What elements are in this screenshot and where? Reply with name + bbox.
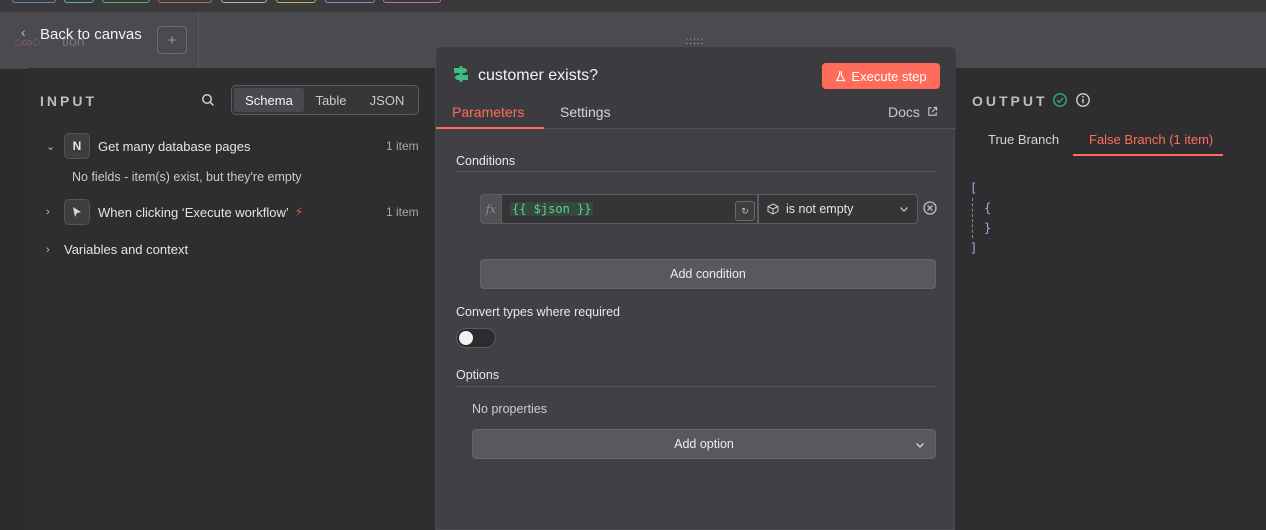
- search-icon[interactable]: [200, 92, 216, 108]
- chevron-down-icon: [916, 443, 924, 448]
- input-node-label: When clicking ‘Execute workflow’: [98, 204, 289, 220]
- chevron-right-icon[interactable]: ›: [46, 206, 64, 218]
- variables-label: Variables and context: [64, 242, 189, 257]
- chevron-down-icon: [900, 207, 908, 212]
- json-line: ]: [970, 241, 978, 255]
- back-to-canvas-link[interactable]: Back to canvas: [40, 26, 142, 43]
- remove-condition-icon[interactable]: [922, 200, 938, 216]
- convert-types-label: Convert types where required: [456, 305, 620, 319]
- json-line: }: [984, 221, 992, 235]
- external-link-icon: [928, 106, 937, 116]
- input-panel-title: INPUT: [40, 93, 97, 109]
- toolbar-chip: [158, 0, 212, 3]
- input-node-row[interactable]: › When clicking ‘Execute workflow’ ⚡: [46, 199, 303, 225]
- input-node-row[interactable]: ⌄ N Get many database pages: [46, 133, 251, 159]
- flask-icon: [836, 70, 846, 81]
- input-view-switch: Schema Table JSON: [231, 85, 419, 115]
- node-title[interactable]: customer exists?: [478, 67, 598, 85]
- execute-step-label: Execute step: [851, 68, 927, 84]
- docs-link[interactable]: Docs: [888, 104, 938, 120]
- no-properties-text: No properties: [472, 402, 548, 416]
- variables-row[interactable]: › Variables and context: [46, 242, 188, 257]
- toolbar-chip: [64, 0, 94, 3]
- node-parameters-panel: customer exists? Execute step Parameters…: [435, 46, 956, 530]
- section-divider: [456, 171, 936, 172]
- add-condition-button[interactable]: Add condition: [480, 259, 936, 289]
- condition-row: fx {{ $json }} ↻ is not empty: [480, 194, 918, 224]
- open-expression-editor-icon[interactable]: ↻: [735, 201, 755, 221]
- tab-true-branch[interactable]: True Branch: [988, 132, 1059, 147]
- toolbar-chip: [383, 0, 441, 3]
- toolbar-chip: [221, 0, 267, 3]
- tab-false-branch[interactable]: False Branch (1 item): [1089, 132, 1213, 147]
- conditions-label: Conditions: [456, 154, 516, 168]
- docs-label: Docs: [888, 104, 920, 120]
- active-tab-indicator: [1073, 154, 1223, 156]
- if-node-icon: [454, 66, 468, 82]
- success-check-icon: [1053, 93, 1067, 107]
- add-node-button[interactable]: +: [157, 26, 187, 54]
- item-count: 1 item: [386, 139, 419, 153]
- json-line: {: [984, 201, 992, 215]
- toolbar-chip: [325, 0, 375, 3]
- view-tab-json[interactable]: JSON: [358, 88, 416, 112]
- item-count: 1 item: [386, 205, 419, 219]
- cube-icon: [767, 203, 779, 215]
- convert-types-toggle[interactable]: [456, 328, 496, 348]
- back-arrow-icon[interactable]: ‹: [21, 24, 26, 40]
- input-node-label: Get many database pages: [98, 138, 251, 154]
- toggle-knob: [459, 331, 473, 345]
- json-indent-guide: [972, 198, 973, 238]
- toolbar-chip: [276, 0, 316, 3]
- toolbar-chip: [102, 0, 150, 3]
- add-option-button[interactable]: Add option: [472, 429, 936, 459]
- chevron-right-icon[interactable]: ›: [46, 244, 64, 256]
- node-panel-header: customer exists? Execute step Parameters…: [436, 47, 956, 129]
- info-icon[interactable]: [1075, 92, 1091, 108]
- top-toolbar-strip: [0, 0, 1266, 13]
- chevron-down-icon[interactable]: ⌄: [46, 140, 64, 153]
- tab-settings[interactable]: Settings: [560, 104, 611, 120]
- condition-value-input[interactable]: {{ $json }} ↻: [502, 194, 758, 224]
- execute-step-button[interactable]: Execute step: [822, 63, 940, 89]
- notion-icon: N: [64, 133, 90, 159]
- divider: [198, 13, 199, 69]
- tab-parameters[interactable]: Parameters: [452, 104, 524, 120]
- json-line: [: [970, 181, 978, 195]
- toolbar-chip: [12, 0, 56, 3]
- workflow-logo-icon: ○∞○: [14, 34, 41, 51]
- options-label: Options: [456, 368, 500, 382]
- empty-fields-note: No fields - item(s) exist, but they're e…: [72, 170, 302, 184]
- add-option-label: Add option: [674, 437, 734, 451]
- output-panel-title: OUTPUT: [972, 93, 1048, 109]
- view-tab-schema[interactable]: Schema: [234, 88, 304, 112]
- output-json-view: [ { } ]: [970, 178, 991, 258]
- cursor-icon: [64, 199, 90, 225]
- operator-value: is not empty: [786, 202, 854, 216]
- expression-text: {{ $json }}: [510, 202, 594, 216]
- section-divider: [456, 386, 936, 387]
- operator-select[interactable]: is not empty: [758, 194, 918, 224]
- fx-icon: fx: [480, 194, 502, 224]
- active-tab-indicator: [436, 127, 544, 129]
- trigger-bolt-icon: ⚡: [294, 205, 304, 219]
- view-tab-table[interactable]: Table: [304, 88, 358, 112]
